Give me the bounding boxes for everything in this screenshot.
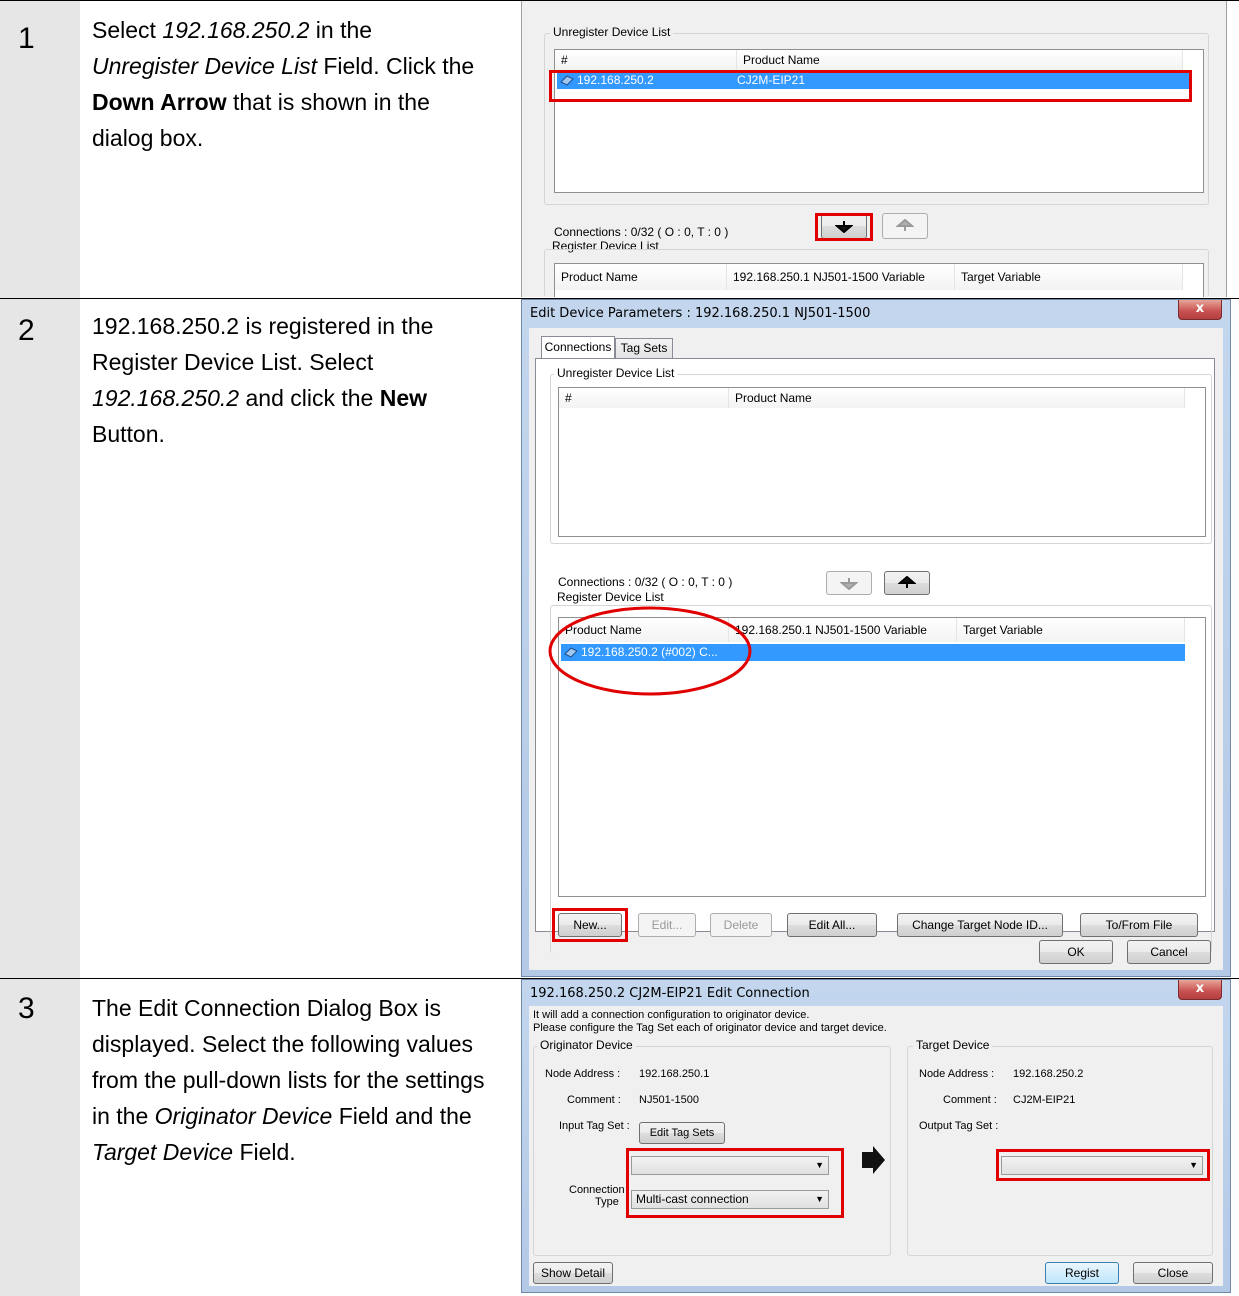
description-text: and click the: [239, 385, 380, 411]
italic-text: 192.168.250.2: [92, 385, 240, 411]
label: Comment :: [567, 1094, 621, 1106]
regist-button[interactable]: Regist: [1045, 1262, 1119, 1284]
info-text: Please configure the Tag Set each of ori…: [533, 1022, 887, 1034]
target-comment: CJ2M-EIP21: [1013, 1094, 1076, 1106]
description-text: Field. Click the: [316, 53, 475, 79]
column-header-target-variable[interactable]: Target Variable: [957, 618, 1185, 642]
italic-text: 192.168.250.2: [162, 17, 310, 43]
down-arrow-button[interactable]: [826, 571, 872, 595]
tab-connections[interactable]: Connections: [541, 336, 615, 358]
column-header-number[interactable]: #: [555, 50, 737, 70]
window-title: 192.168.250.2 CJ2M-EIP21 Edit Connection: [530, 986, 810, 1001]
screenshot-unregister-device: Unregister Device List # Product Name 19…: [521, 1, 1227, 297]
description-text: Field.: [233, 1139, 296, 1165]
close-button[interactable]: x: [1178, 980, 1222, 1000]
emphasis-text: New: [379, 385, 428, 411]
close-icon: x: [1195, 301, 1205, 316]
delete-button[interactable]: Delete: [710, 913, 772, 937]
highlight-box: [996, 1149, 1210, 1181]
italic-text: Target Device: [92, 1139, 234, 1165]
info-text: It will add a connection configuration t…: [533, 1009, 810, 1021]
show-detail-button[interactable]: Show Detail: [533, 1262, 613, 1284]
connections-count: Connections : 0/32 ( O : 0, T : 0 ): [558, 575, 733, 589]
column-header-product-name[interactable]: Product Name: [729, 388, 1185, 408]
description-text: Select: [92, 17, 163, 43]
step-number: 3: [18, 992, 35, 1025]
emphasis-text: Down Arrow: [92, 89, 227, 115]
step-description: 192.168.250.2 is registered in the Regis…: [92, 308, 492, 452]
label: Input Tag Set :: [559, 1120, 630, 1132]
highlight-box: [552, 908, 628, 942]
step-number-column: [0, 1, 80, 298]
column-header-target-variable[interactable]: Target Variable: [955, 264, 1183, 290]
label: Output Tag Set :: [919, 1120, 999, 1132]
column-header-number[interactable]: #: [559, 388, 729, 408]
description-text: Button.: [92, 421, 165, 447]
edit-all-button[interactable]: Edit All...: [787, 913, 877, 937]
group-label: Unregister Device List: [554, 366, 678, 380]
edit-button[interactable]: Edit...: [638, 913, 696, 937]
edit-tag-sets-button[interactable]: Edit Tag Sets: [639, 1122, 725, 1144]
highlight-ellipse: [548, 606, 752, 696]
dialog-client: Connections Tag Sets Unregister Device L…: [529, 328, 1223, 970]
originator-node-address: 192.168.250.1: [639, 1068, 710, 1080]
label: Comment :: [943, 1094, 997, 1106]
up-arrow-button[interactable]: [882, 213, 928, 239]
change-target-node-id-button[interactable]: Change Target Node ID...: [897, 913, 1063, 937]
label: Connection: [569, 1184, 625, 1196]
italic-text: Originator Device: [154, 1103, 333, 1129]
connection-arrow-icon: [862, 1146, 885, 1174]
close-icon: x: [1195, 981, 1205, 996]
description-text: Field and the: [332, 1103, 472, 1129]
step-description: The Edit Connection Dialog Box is displa…: [92, 990, 504, 1170]
label: Type: [595, 1196, 619, 1208]
register-device-list[interactable]: Product Name 192.168.250.1 NJ501-1500 Va…: [554, 263, 1204, 297]
up-arrow-button[interactable]: [884, 571, 930, 595]
tab-panel: Unregister Device List # Product Name Co…: [535, 358, 1215, 953]
highlight-box: [549, 70, 1192, 102]
edit-device-parameters-window: Edit Device Parameters : 192.168.250.1 N…: [521, 299, 1231, 977]
ok-button[interactable]: OK: [1039, 940, 1113, 964]
step-description: Select 192.168.250.2 in the Unregister D…: [92, 12, 482, 156]
edit-connection-window: 192.168.250.2 CJ2M-EIP21 Edit Connection…: [521, 979, 1231, 1293]
unregister-device-list[interactable]: # Product Name: [558, 387, 1206, 537]
tab-tag-sets[interactable]: Tag Sets: [615, 338, 673, 358]
originator-comment: NJ501-1500: [639, 1094, 699, 1106]
step-number: 2: [18, 314, 35, 347]
column-header-product-name[interactable]: Product Name: [555, 264, 727, 290]
group-label: Target Device: [913, 1038, 993, 1052]
description-text: in the: [309, 17, 373, 43]
group-label: Register Device List: [554, 590, 667, 604]
cancel-button[interactable]: Cancel: [1127, 940, 1211, 964]
to-from-file-button[interactable]: To/From File: [1080, 913, 1198, 937]
up-arrow-icon: [897, 575, 917, 588]
target-node-address: 192.168.250.2: [1013, 1068, 1084, 1080]
step-number: 1: [18, 22, 35, 55]
up-arrow-icon: [895, 218, 915, 231]
label: Node Address :: [919, 1068, 995, 1080]
column-header-variable[interactable]: 192.168.250.1 NJ501-1500 Variable: [727, 264, 955, 290]
description-text: 192.168.250.2 is registered in the Regis…: [92, 313, 434, 375]
dialog-client: It will add a connection configuration t…: [529, 1006, 1223, 1286]
window-title: Edit Device Parameters : 192.168.250.1 N…: [530, 306, 871, 321]
group-label: Originator Device: [537, 1038, 636, 1052]
group-label: Unregister Device List: [550, 25, 674, 39]
down-arrow-icon: [839, 578, 859, 591]
close-button[interactable]: x: [1178, 300, 1222, 320]
italic-text: Unregister Device List: [92, 53, 317, 79]
connections-count: Connections : 0/32 ( O : 0, T : 0 ): [554, 225, 729, 239]
column-header-product-name[interactable]: Product Name: [737, 50, 1183, 70]
highlight-box: [626, 1148, 844, 1218]
highlight-box: [815, 213, 873, 241]
step-number-column: [0, 979, 80, 1296]
column-header-variable[interactable]: 192.168.250.1 NJ501-1500 Variable: [729, 618, 957, 642]
label: Node Address :: [545, 1068, 621, 1080]
close-dialog-button[interactable]: Close: [1133, 1262, 1213, 1284]
step-number-column: [0, 299, 80, 978]
